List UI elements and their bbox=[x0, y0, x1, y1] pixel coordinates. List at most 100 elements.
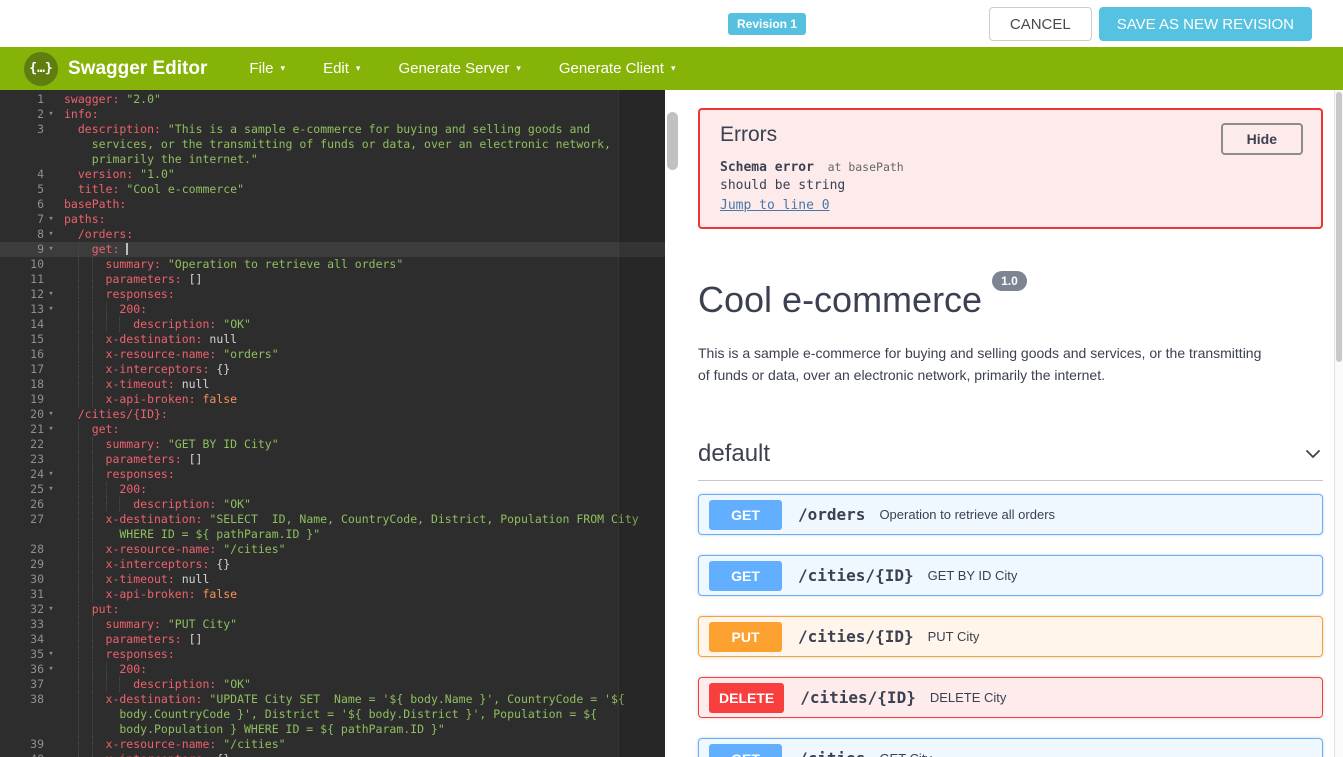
code-line[interactable]: 29x-interceptors: {} bbox=[0, 557, 665, 572]
code-line[interactable]: 30x-timeout: null bbox=[0, 572, 665, 587]
operation-get--cities[interactable]: GET/citiesGET City bbox=[698, 738, 1323, 757]
code-line[interactable]: 20▾/cities/{ID}: bbox=[0, 407, 665, 422]
fold-arrow-icon[interactable]: ▾ bbox=[44, 302, 58, 317]
code-line[interactable]: 39x-resource-name: "/cities" bbox=[0, 737, 665, 752]
code-line[interactable]: 2▾info: bbox=[0, 107, 665, 122]
fold-arrow-icon[interactable]: ▾ bbox=[44, 107, 58, 122]
code-line[interactable]: 5title: "Cool e-commerce" bbox=[0, 182, 665, 197]
code-line[interactable]: 28x-resource-name: "/cities" bbox=[0, 542, 665, 557]
line-gutter: 37 bbox=[0, 677, 58, 692]
chevron-down-icon[interactable] bbox=[1303, 444, 1323, 464]
line-gutter: 5 bbox=[0, 182, 58, 197]
code-line[interactable]: 31x-api-broken: false bbox=[0, 587, 665, 602]
line-number: 20 bbox=[4, 407, 44, 422]
app-header: {…} Swagger Editor File▾Edit▾Generate Se… bbox=[0, 47, 1343, 90]
code-line[interactable]: 36▾200: bbox=[0, 662, 665, 677]
line-gutter: 21▾ bbox=[0, 422, 58, 437]
fold-arrow-icon[interactable]: ▾ bbox=[44, 422, 58, 437]
editor-scrollbar-thumb[interactable] bbox=[667, 112, 678, 170]
code-line[interactable]: 1swagger: "2.0" bbox=[0, 92, 665, 107]
menu-generate-server[interactable]: Generate Server▾ bbox=[386, 54, 532, 83]
menu-label: File bbox=[249, 60, 273, 77]
code-line[interactable]: 19x-api-broken: false bbox=[0, 392, 665, 407]
save-as-new-revision-button[interactable]: SAVE AS NEW REVISION bbox=[1099, 7, 1312, 41]
preview-scrollbar-thumb[interactable] bbox=[1336, 92, 1342, 362]
code-line[interactable]: 23parameters: [] bbox=[0, 452, 665, 467]
yaml-code-editor[interactable]: 1swagger: "2.0"2▾info:3description: "Thi… bbox=[0, 90, 665, 757]
fold-arrow-icon[interactable]: ▾ bbox=[44, 287, 58, 302]
line-number: 24 bbox=[4, 467, 44, 482]
fold-arrow-icon[interactable]: ▾ bbox=[44, 407, 58, 422]
line-number: 16 bbox=[4, 347, 44, 362]
fold-arrow-icon[interactable]: ▾ bbox=[44, 467, 58, 482]
code-line[interactable]: 13▾200: bbox=[0, 302, 665, 317]
line-gutter: 36▾ bbox=[0, 662, 58, 677]
main-split: 1swagger: "2.0"2▾info:3description: "Thi… bbox=[0, 90, 1343, 757]
code-line[interactable]: 11parameters: [] bbox=[0, 272, 665, 287]
line-gutter: 17 bbox=[0, 362, 58, 377]
menu-generate-client[interactable]: Generate Client▾ bbox=[547, 54, 688, 83]
caret-down-icon: ▾ bbox=[671, 64, 676, 73]
line-gutter: 23 bbox=[0, 452, 58, 467]
fold-arrow-icon[interactable]: ▾ bbox=[44, 647, 58, 662]
line-gutter: 40 bbox=[0, 752, 58, 757]
operation-get--orders[interactable]: GET/ordersOperation to retrieve all orde… bbox=[698, 494, 1323, 535]
code-line[interactable]: 15x-destination: null bbox=[0, 332, 665, 347]
operation-path: /orders bbox=[798, 505, 865, 524]
line-number: 17 bbox=[4, 362, 44, 377]
line-gutter: 32▾ bbox=[0, 602, 58, 617]
line-number: 23 bbox=[4, 452, 44, 467]
operation-put--cities-ID-[interactable]: PUT/cities/{ID}PUT City bbox=[698, 616, 1323, 657]
operation-delete--cities-ID-[interactable]: DELETE/cities/{ID}DELETE City bbox=[698, 677, 1323, 718]
code-line[interactable]: 26description: "OK" bbox=[0, 497, 665, 512]
code-line[interactable]: 21▾get: bbox=[0, 422, 665, 437]
menu-file[interactable]: File▾ bbox=[237, 54, 297, 83]
code-line[interactable]: 38x-destination: "UPDATE City SET Name =… bbox=[0, 692, 665, 737]
code-line[interactable]: 16x-resource-name: "orders" bbox=[0, 347, 665, 362]
fold-arrow-icon[interactable]: ▾ bbox=[44, 227, 58, 242]
fold-arrow-icon[interactable]: ▾ bbox=[44, 602, 58, 617]
line-number: 28 bbox=[4, 542, 44, 557]
tag-header-default[interactable]: default bbox=[698, 440, 1323, 481]
editor-scrollbar[interactable] bbox=[665, 90, 680, 757]
method-badge: DELETE bbox=[709, 683, 784, 713]
operation-path: /cities bbox=[798, 749, 865, 757]
editor-lines: 1swagger: "2.0"2▾info:3description: "Thi… bbox=[0, 90, 665, 757]
code-line[interactable]: 6basePath: bbox=[0, 197, 665, 212]
code-line[interactable]: 25▾200: bbox=[0, 482, 665, 497]
code-line[interactable]: 40x-interceptors: {} bbox=[0, 752, 665, 757]
code-line[interactable]: 17x-interceptors: {} bbox=[0, 362, 665, 377]
code-line[interactable]: 27x-destination: "SELECT ID, Name, Count… bbox=[0, 512, 665, 542]
code-line[interactable]: 10summary: "Operation to retrieve all or… bbox=[0, 257, 665, 272]
code-line[interactable]: 18x-timeout: null bbox=[0, 377, 665, 392]
fold-arrow-icon[interactable]: ▾ bbox=[44, 242, 58, 257]
code-line[interactable]: 3description: "This is a sample e-commer… bbox=[0, 122, 665, 167]
code-line[interactable]: 8▾/orders: bbox=[0, 227, 665, 242]
line-gutter: 29 bbox=[0, 557, 58, 572]
code-line[interactable]: 37description: "OK" bbox=[0, 677, 665, 692]
menu-edit[interactable]: Edit▾ bbox=[311, 54, 372, 83]
hide-errors-button[interactable]: Hide bbox=[1221, 123, 1303, 155]
operation-get--cities-ID-[interactable]: GET/cities/{ID}GET BY ID City bbox=[698, 555, 1323, 596]
line-number: 14 bbox=[4, 317, 44, 332]
code-line[interactable]: 24▾responses: bbox=[0, 467, 665, 482]
line-gutter: 26 bbox=[0, 497, 58, 512]
cancel-button[interactable]: CANCEL bbox=[989, 7, 1092, 41]
operation-path: /cities/{ID} bbox=[798, 627, 914, 646]
code-line[interactable]: 32▾put: bbox=[0, 602, 665, 617]
api-info-section: Cool e-commerce1.0 This is a sample e-co… bbox=[698, 279, 1323, 386]
code-line[interactable]: 4version: "1.0" bbox=[0, 167, 665, 182]
preview-scrollbar[interactable] bbox=[1334, 90, 1343, 757]
code-line[interactable]: 35▾responses: bbox=[0, 647, 665, 662]
code-line[interactable]: 33summary: "PUT City" bbox=[0, 617, 665, 632]
fold-arrow-icon[interactable]: ▾ bbox=[44, 212, 58, 227]
code-line[interactable]: 12▾responses: bbox=[0, 287, 665, 302]
code-line[interactable]: 22summary: "GET BY ID City" bbox=[0, 437, 665, 452]
code-line[interactable]: 7▾paths: bbox=[0, 212, 665, 227]
fold-arrow-icon[interactable]: ▾ bbox=[44, 482, 58, 497]
jump-to-line-link[interactable]: Jump to line 0 bbox=[720, 198, 830, 213]
code-line[interactable]: 34parameters: [] bbox=[0, 632, 665, 647]
code-line[interactable]: 9▾get: bbox=[0, 242, 665, 257]
fold-arrow-icon[interactable]: ▾ bbox=[44, 662, 58, 677]
code-line[interactable]: 14description: "OK" bbox=[0, 317, 665, 332]
